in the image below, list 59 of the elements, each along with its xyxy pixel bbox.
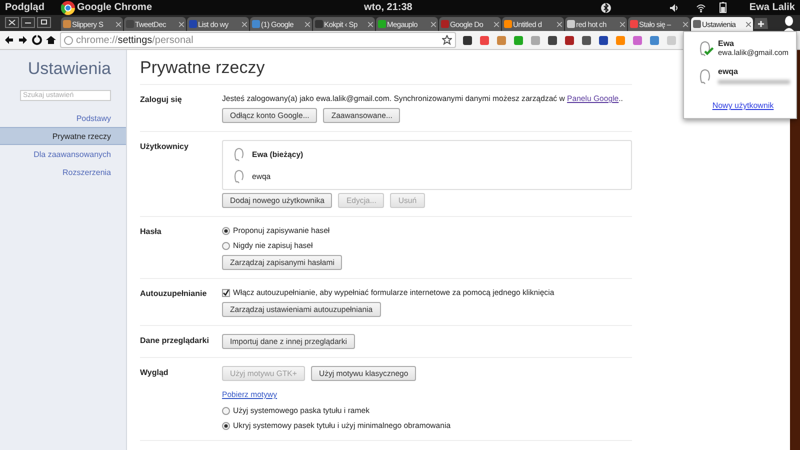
favicon-icon: [504, 20, 512, 28]
section-label: Wygląd: [140, 367, 170, 379]
section-label: Autouzupełnianie: [140, 288, 208, 300]
url-text: chrome://settings/personal: [76, 34, 194, 46]
app-name[interactable]: Podgląd: [5, 2, 61, 13]
maximize-icon[interactable]: [37, 17, 51, 28]
back-icon[interactable]: [4, 35, 14, 45]
profile-avatar-icon[interactable]: [783, 16, 795, 31]
home-icon[interactable]: [46, 35, 56, 45]
sidebar-title: Ustawienia: [26, 58, 112, 80]
battery-icon[interactable]: [719, 2, 728, 13]
sidebar-item[interactable]: Rozszerzenia: [0, 163, 126, 181]
close-icon[interactable]: [5, 17, 19, 28]
new-tab-icon[interactable]: [754, 18, 768, 29]
extension-icon[interactable]: [564, 34, 575, 46]
reload-icon[interactable]: [32, 35, 42, 45]
profile-name[interactable]: ewqa: [718, 67, 790, 76]
extension-icon[interactable]: [598, 34, 609, 46]
favicon-icon: [693, 20, 701, 28]
section-label: Użytkownicy: [140, 141, 190, 153]
favicon-icon: [63, 20, 71, 28]
forward-icon[interactable]: [18, 35, 28, 45]
profile-name[interactable]: Ewa: [718, 39, 789, 48]
page-title: Prywatne rzeczy: [140, 50, 632, 85]
extension-icon[interactable]: [462, 34, 473, 46]
star-icon[interactable]: [442, 35, 452, 45]
favicon-icon: [567, 20, 575, 28]
wifi-icon[interactable]: [696, 2, 706, 12]
checkbox[interactable]: [222, 289, 230, 297]
minimize-icon[interactable]: [21, 17, 35, 28]
favicon-icon: [315, 20, 323, 28]
favicon-icon: [189, 20, 197, 28]
radio-button[interactable]: [222, 242, 230, 250]
radio-button[interactable]: [222, 422, 230, 430]
favicon-icon: [126, 20, 134, 28]
favicon-icon: [441, 20, 449, 28]
clock[interactable]: wto, 21:38: [364, 2, 412, 13]
favicon-icon: [378, 20, 386, 28]
sidebar-item[interactable]: Dla zaawansowanych: [0, 145, 126, 163]
favicon-icon: [630, 20, 638, 28]
extension-icon[interactable]: [581, 34, 592, 46]
radio-button[interactable]: [222, 407, 230, 415]
close-icon[interactable]: [746, 22, 751, 26]
volume-icon[interactable]: [669, 2, 680, 12]
sidebar-item[interactable]: Prywatne rzeczy: [0, 127, 126, 145]
new-user-link[interactable]: Nowy użytkownik: [696, 101, 790, 110]
globe-icon: [64, 36, 73, 44]
address-bar[interactable]: chrome://settings/personal: [60, 32, 456, 48]
section-label: Hasła: [140, 226, 162, 238]
section-label: Zaloguj się: [140, 94, 183, 106]
chrome-logo-icon: [61, 0, 75, 14]
section-label: Dane przeglądarki: [140, 335, 210, 347]
extension-icon[interactable]: [547, 34, 558, 46]
window-title: Google Chrome: [77, 2, 152, 13]
user-name[interactable]: Ewa Lalik: [749, 2, 795, 13]
sidebar-item[interactable]: Podstawy: [0, 109, 126, 127]
bluetooth-icon[interactable]: [601, 2, 612, 12]
radio-button[interactable]: [222, 227, 230, 235]
favicon-icon: [252, 20, 260, 28]
